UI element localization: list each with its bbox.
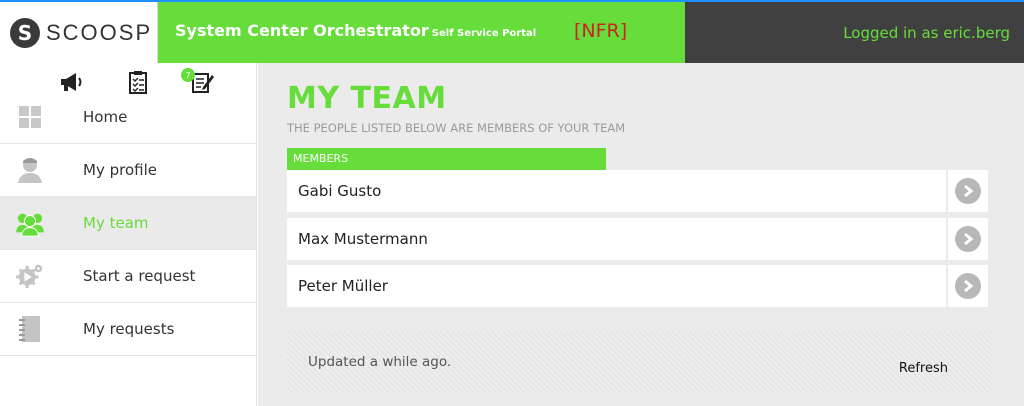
user-bar: Logged in as eric.berg: [685, 2, 1024, 63]
sidebar-item-my-team[interactable]: My team: [0, 197, 256, 250]
header: S SCOOSP System Center Orchestrator Self …: [0, 2, 1024, 63]
sidebar: 7 Home My profile My team Start a reques…: [0, 63, 257, 406]
app-title-text: System Center Orchestrator: [175, 21, 429, 40]
person-icon: [16, 156, 44, 184]
sidebar-item-label: My team: [83, 214, 149, 232]
team-icon: [16, 209, 44, 237]
sidebar-item-start-request[interactable]: Start a request: [0, 250, 256, 303]
members-section-header: MEMBERS: [287, 148, 606, 170]
member-name: Max Mustermann: [298, 230, 428, 248]
notebook-icon: [16, 315, 44, 343]
sidebar-item-label: My requests: [83, 320, 175, 338]
chevron-right-icon: [955, 178, 981, 204]
main-content: MY TEAM THE PEOPLE LISTED BELOW ARE MEMB…: [258, 63, 1024, 406]
refresh-button[interactable]: Refresh: [899, 361, 948, 376]
list-item[interactable]: Max Mustermann: [287, 218, 988, 260]
updated-status: Updated a while ago.: [308, 354, 452, 370]
open-member-button[interactable]: [946, 218, 988, 260]
app-title: System Center Orchestrator Self Service P…: [175, 21, 536, 40]
page-subtitle: THE PEOPLE LISTED BELOW ARE MEMBERS OF Y…: [287, 121, 626, 135]
member-name: Gabi Gusto: [298, 182, 382, 200]
sidebar-item-label: Home: [83, 108, 128, 126]
gears-play-icon: [16, 262, 44, 290]
tiles-icon: [16, 103, 44, 131]
member-name: Peter Müller: [298, 277, 388, 295]
sidebar-item-label: My profile: [83, 161, 157, 179]
sidebar-item-label: Start a request: [83, 267, 196, 285]
list-item[interactable]: Peter Müller: [287, 265, 988, 307]
open-member-button[interactable]: [946, 170, 988, 212]
logged-in-label[interactable]: Logged in as eric.berg: [843, 24, 1010, 42]
license-tag: [NFR]: [574, 20, 628, 42]
sidebar-item-home[interactable]: Home: [0, 91, 256, 144]
sidebar-item-my-profile[interactable]: My profile: [0, 144, 256, 197]
chevron-right-icon: [955, 273, 981, 299]
logo-mark: S: [10, 17, 40, 48]
status-footer: Updated a while ago. Refresh: [287, 331, 993, 393]
logo[interactable]: S SCOOSP: [0, 2, 158, 63]
sidebar-item-my-requests[interactable]: My requests: [0, 303, 256, 356]
notification-badge: 7: [181, 68, 195, 82]
app-title-bar: System Center Orchestrator Self Service P…: [158, 2, 685, 63]
open-member-button[interactable]: [946, 265, 988, 307]
app-subtitle: Self Service Portal: [431, 28, 537, 39]
logo-text: SCOOSP: [46, 19, 153, 45]
page-title: MY TEAM: [287, 81, 447, 116]
chevron-right-icon: [955, 226, 981, 252]
list-item[interactable]: Gabi Gusto: [287, 170, 988, 212]
